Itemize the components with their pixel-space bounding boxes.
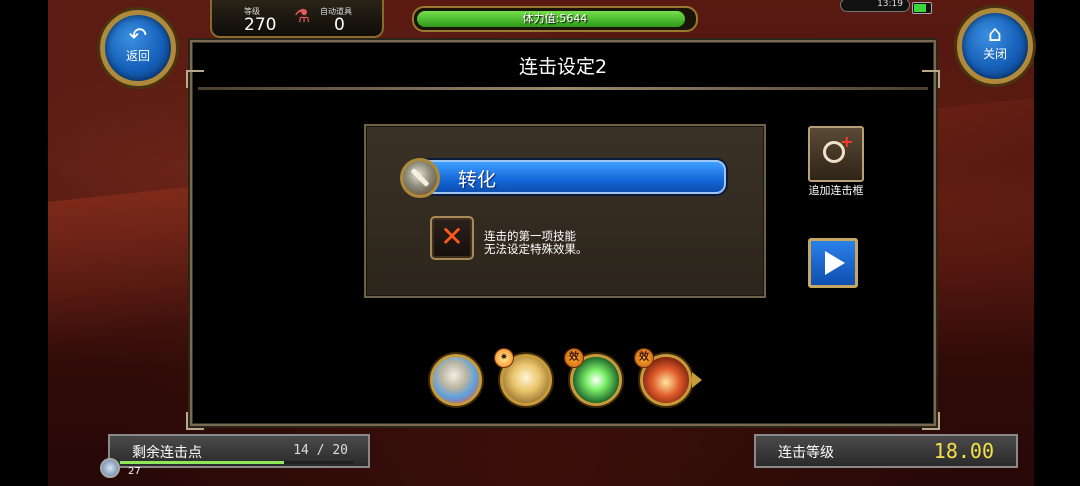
level-value: 270	[244, 15, 277, 35]
combo-level: 连击等级 18.00	[754, 434, 1018, 468]
skill-slash-icon	[400, 158, 440, 198]
effect-note: 连击的第一项技能 无法设定特殊效果。	[484, 230, 588, 256]
auto-item-value: 0	[334, 15, 345, 35]
skill-detail-panel: 转化 ✕ 连击的第一项技能 无法设定特殊效果。	[364, 124, 766, 298]
next-button[interactable]	[808, 238, 858, 288]
close-label: 关闭	[982, 47, 1007, 61]
frame-corner	[922, 70, 940, 88]
combo-level-value: 18.00	[933, 439, 994, 463]
combo-settings-dialog: 连击设定2 转化 ✕ 连击的第一项技能 无法设定特殊效果。 + 追加连击框 ✷ …	[186, 40, 940, 430]
plus-icon: +	[840, 132, 854, 151]
combo-slot-row: ✷ 效 效	[430, 348, 730, 412]
frame-corner	[186, 412, 204, 430]
character-avatar-icon	[100, 458, 120, 478]
frame-corner	[186, 70, 204, 88]
frame-corner	[922, 412, 940, 430]
remaining-combo-points: 剩余连击点 14 / 20	[108, 434, 370, 468]
home-icon: ⌂	[988, 22, 1002, 47]
note-line-2: 无法设定特殊效果。	[484, 242, 588, 256]
dialog-title: 连击设定2	[518, 56, 608, 78]
back-button[interactable]: ↶ 返回	[100, 10, 176, 86]
battery-icon	[912, 2, 932, 14]
hp-text: 27	[128, 466, 141, 477]
points-progress	[120, 461, 354, 464]
play-icon	[825, 251, 845, 275]
points-value: 14 / 20	[293, 443, 348, 458]
close-button[interactable]: ⌂ 关闭	[957, 8, 1033, 84]
potion-icon: ⚗	[294, 6, 311, 27]
selected-skill-bar[interactable]: 转化	[422, 160, 726, 194]
combo-next-arrow-icon	[692, 372, 702, 388]
stamina-text: 体力值:5644	[522, 12, 588, 25]
title-divider	[198, 87, 928, 90]
add-combo-frame-button[interactable]: +	[808, 126, 864, 182]
combo-level-label: 连击等级	[778, 445, 834, 461]
clock: 13:19	[840, 0, 910, 12]
effect-badge-icon: 效	[634, 348, 654, 368]
back-label: 返回	[125, 49, 150, 63]
stamina-bar: 体力值:5644	[412, 6, 698, 32]
effect-badge-icon: 效	[564, 348, 584, 368]
player-stats: 等级 270 ⚗ 自动道具 0	[210, 0, 384, 38]
close-x-icon: ✕	[440, 220, 464, 253]
selected-skill-name: 转化	[458, 169, 497, 191]
add-combo-frame-label: 追加连击框	[808, 184, 864, 197]
remove-effect-button[interactable]: ✕	[430, 216, 474, 260]
spark-badge-icon: ✷	[494, 348, 514, 368]
combo-slot-skill-slash[interactable]	[430, 354, 482, 406]
back-arrow-icon: ↶	[128, 24, 148, 49]
points-label: 剩余连击点	[132, 445, 202, 461]
